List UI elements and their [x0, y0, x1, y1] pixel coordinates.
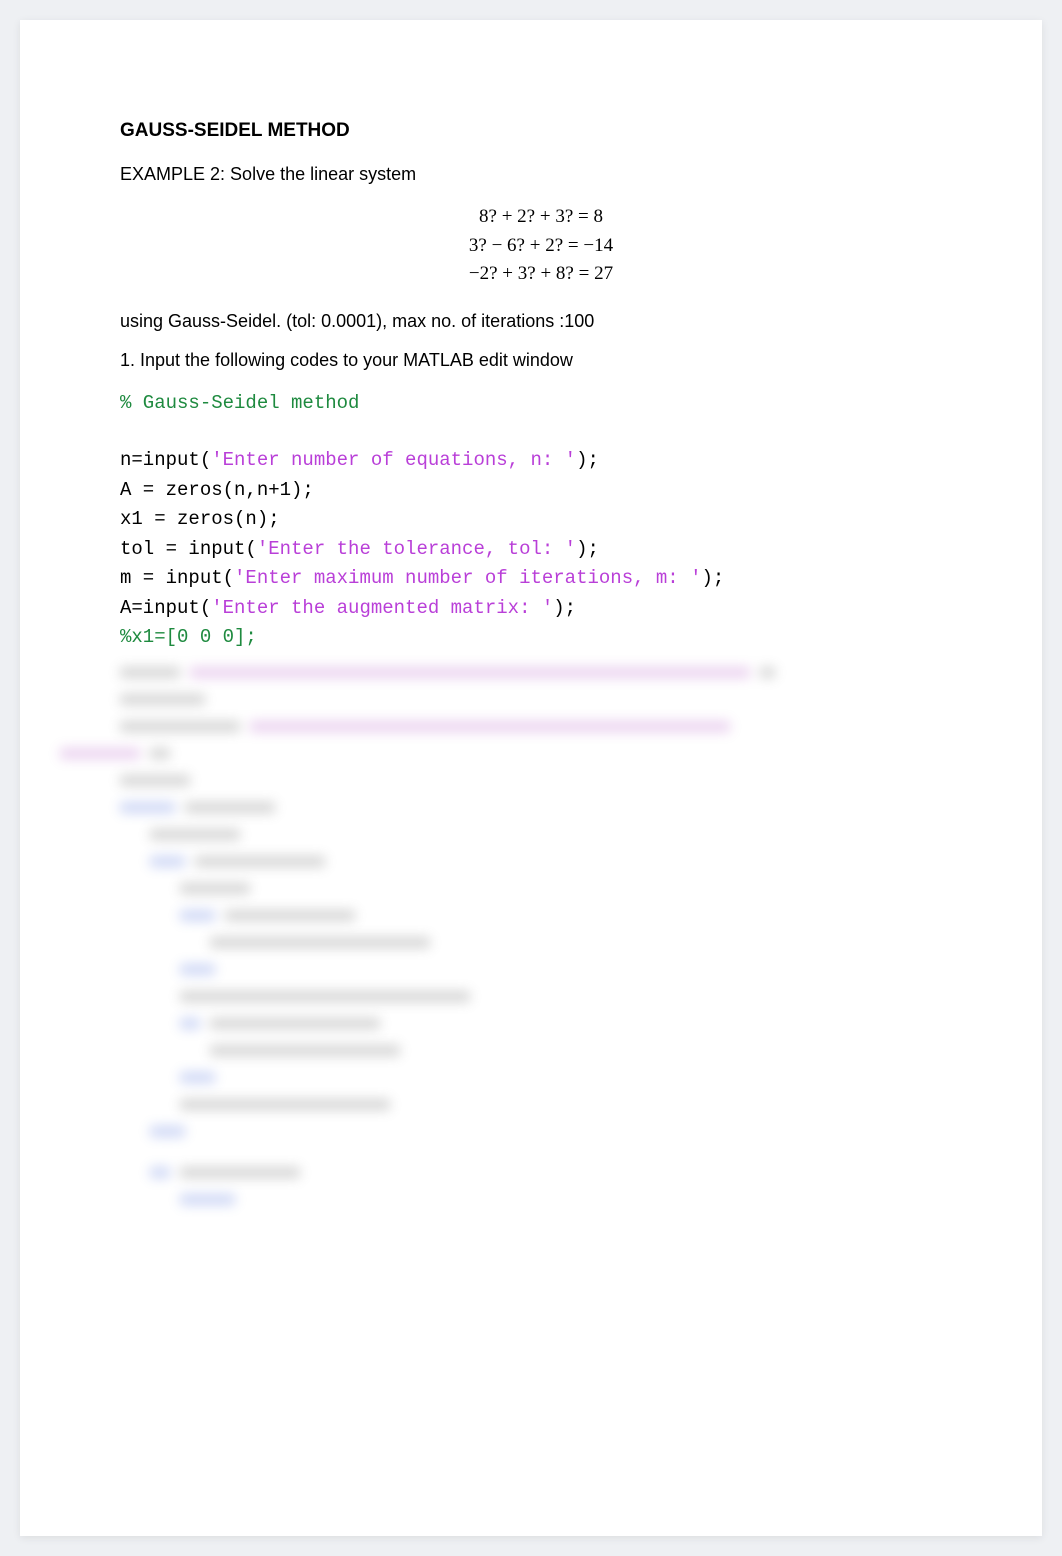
- obscured-line: [210, 1037, 1052, 1064]
- obscured-line: [180, 983, 1022, 1010]
- obscured-line: [120, 659, 962, 686]
- example-label: EXAMPLE 2: Solve the linear system: [120, 164, 962, 185]
- document-page: GAUSS-SEIDEL METHOD EXAMPLE 2: Solve the…: [20, 20, 1042, 1536]
- obscured-line: [180, 1091, 1022, 1118]
- code-line: x1 = zeros(n);: [120, 505, 962, 534]
- obscured-line: [60, 740, 902, 767]
- using-line: using Gauss-Seidel. (tol: 0.0001), max n…: [120, 311, 962, 332]
- obscured-line: [180, 1186, 1022, 1213]
- section-heading: GAUSS-SEIDEL METHOD: [120, 120, 962, 142]
- obscured-line: [150, 848, 992, 875]
- code-line: A = zeros(n,n+1);: [120, 476, 962, 505]
- equation-line-3: −2? + 3? + 8? = 27: [120, 260, 962, 289]
- obscured-line: [120, 794, 962, 821]
- code-comment: % Gauss-Seidel method: [120, 389, 962, 418]
- equation-line-1: 8? + 2? + 3? = 8: [120, 203, 962, 232]
- code-block: % Gauss-Seidel method n=input('Enter num…: [120, 389, 962, 1213]
- obscured-line: [180, 875, 1022, 902]
- code-line: %x1=[0 0 0];: [120, 623, 962, 652]
- obscured-line: [180, 956, 1022, 983]
- obscured-line: [120, 1145, 962, 1159]
- code-line: n=input('Enter number of equations, n: '…: [120, 446, 962, 475]
- code-line: m = input('Enter maximum number of itera…: [120, 564, 962, 593]
- obscured-line: [180, 1010, 1022, 1037]
- equation-block: 8? + 2? + 3? = 8 3? − 6? + 2? = −14 −2? …: [120, 203, 962, 289]
- code-line: tol = input('Enter the tolerance, tol: '…: [120, 535, 962, 564]
- obscured-line: [120, 686, 962, 713]
- obscured-line: [210, 929, 1052, 956]
- obscured-code-area: [120, 659, 962, 1213]
- obscured-line: [180, 902, 1022, 929]
- obscured-line: [150, 1159, 992, 1186]
- obscured-line: [120, 767, 962, 794]
- obscured-line: [180, 1064, 1022, 1091]
- obscured-line: [120, 713, 962, 740]
- equation-line-2: 3? − 6? + 2? = −14: [120, 232, 962, 261]
- obscured-line: [150, 821, 992, 848]
- blank-line: [120, 418, 962, 447]
- code-line: A=input('Enter the augmented matrix: ');: [120, 594, 962, 623]
- step-1: 1. Input the following codes to your MAT…: [120, 350, 962, 371]
- obscured-line: [150, 1118, 992, 1145]
